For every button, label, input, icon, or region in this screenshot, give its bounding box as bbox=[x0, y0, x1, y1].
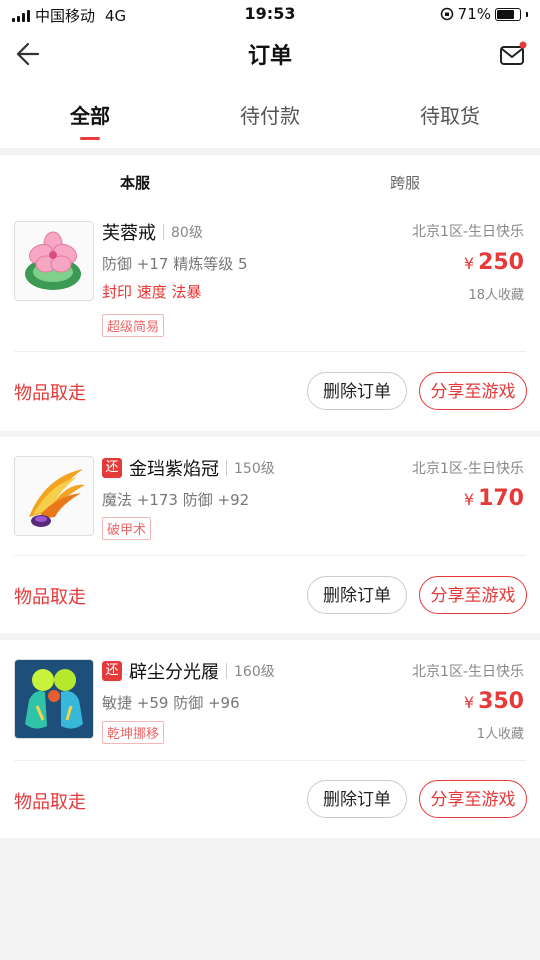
share-to-game-button[interactable]: 分享至游戏 bbox=[419, 372, 527, 410]
tab-all-label: 全部 bbox=[70, 104, 110, 128]
nav-bar: 订单 bbox=[0, 30, 540, 78]
currency-symbol: ¥ bbox=[463, 693, 475, 712]
ring-item-icon bbox=[25, 231, 81, 290]
server-name: 北京1区-生日快乐 bbox=[412, 224, 524, 240]
price: ¥250 bbox=[464, 250, 524, 275]
order-card: 还 辟尘分光履 160级 敏捷 +59 防御 +96 乾坤挪移 北京1区-生日快… bbox=[0, 640, 540, 838]
delete-order-button[interactable]: 删除订单 bbox=[307, 576, 407, 614]
crown-item-icon bbox=[29, 469, 85, 527]
tab-pending-pickup-label: 待取货 bbox=[420, 104, 480, 128]
item-name-row: 还 辟尘分光履 160级 bbox=[102, 658, 275, 684]
divider bbox=[14, 351, 526, 352]
item-level: 150级 bbox=[234, 461, 275, 477]
item-image[interactable] bbox=[14, 221, 94, 301]
battery-percent: 71% bbox=[457, 5, 491, 23]
tab-pending-payment[interactable]: 待付款 bbox=[180, 78, 360, 148]
currency-symbol: ¥ bbox=[463, 490, 475, 509]
favorites-count: 18人收藏 bbox=[468, 288, 524, 303]
status-bar: 中国移动 4G 19:53 71% bbox=[0, 0, 540, 30]
item-level: 160级 bbox=[234, 664, 275, 680]
item-tag: 破甲术 bbox=[102, 517, 152, 540]
order-card: 还 金珰紫焰冠 150级 魔法 +173 防御 +92 破甲术 北京1区-生日快… bbox=[0, 437, 540, 633]
item-level: 80级 bbox=[171, 225, 203, 241]
retrieve-status: 物品取走 bbox=[14, 792, 86, 813]
page-title: 订单 bbox=[247, 44, 292, 69]
price: ¥350 bbox=[464, 689, 524, 714]
share-to-game-button[interactable]: 分享至游戏 bbox=[419, 576, 527, 614]
item-name[interactable]: 辟尘分光履 bbox=[129, 658, 219, 684]
item-stats: 防御 +17 精炼等级 5 bbox=[102, 255, 248, 273]
price-value: 350 bbox=[478, 689, 524, 714]
item-name-row: 芙蓉戒 80级 bbox=[102, 219, 203, 245]
tab-active-indicator bbox=[80, 137, 100, 140]
server-name: 北京1区-生日快乐 bbox=[412, 461, 524, 477]
mail-icon[interactable] bbox=[498, 40, 528, 70]
divider bbox=[14, 555, 526, 556]
server-tab-cross[interactable]: 跨服 bbox=[270, 155, 540, 207]
order-card: 芙蓉戒 80级 防御 +17 精炼等级 5 封印 速度 法暴 超级简易 北京1区… bbox=[0, 207, 540, 431]
order-tabs: 全部 待付款 待取货 bbox=[0, 78, 540, 148]
divider bbox=[14, 760, 526, 761]
return-badge: 还 bbox=[102, 458, 122, 478]
delete-order-button[interactable]: 删除订单 bbox=[307, 780, 407, 818]
tab-pending-pickup[interactable]: 待取货 bbox=[360, 78, 540, 148]
retrieve-status: 物品取走 bbox=[14, 587, 86, 608]
item-name[interactable]: 金珰紫焰冠 bbox=[129, 455, 219, 481]
currency-symbol: ¥ bbox=[463, 254, 475, 273]
boots-item-icon bbox=[15, 660, 93, 738]
item-stats: 魔法 +173 防御 +92 bbox=[102, 491, 250, 509]
item-image[interactable] bbox=[14, 456, 94, 536]
price-value: 250 bbox=[478, 250, 524, 275]
price: ¥170 bbox=[464, 486, 524, 511]
delete-order-button[interactable]: 删除订单 bbox=[307, 372, 407, 410]
battery-icon bbox=[495, 7, 521, 21]
favorites-count: 1人收藏 bbox=[476, 727, 524, 742]
item-image[interactable] bbox=[14, 659, 94, 739]
item-skills: 封印 速度 法暴 bbox=[102, 283, 202, 301]
status-right: 71% bbox=[440, 5, 528, 23]
retrieve-status: 物品取走 bbox=[14, 383, 86, 404]
price-value: 170 bbox=[478, 486, 524, 511]
share-to-game-button[interactable]: 分享至游戏 bbox=[419, 780, 527, 818]
tab-all[interactable]: 全部 bbox=[0, 78, 180, 148]
server-name: 北京1区-生日快乐 bbox=[412, 664, 524, 680]
item-name-row: 还 金珰紫焰冠 150级 bbox=[102, 455, 275, 481]
orientation-lock-icon bbox=[440, 7, 453, 21]
item-tag: 超级简易 bbox=[102, 314, 165, 337]
server-tab-local[interactable]: 本服 bbox=[0, 155, 270, 207]
item-name[interactable]: 芙蓉戒 bbox=[102, 219, 156, 245]
item-tag: 乾坤挪移 bbox=[102, 721, 165, 744]
tab-pending-payment-label: 待付款 bbox=[240, 104, 300, 128]
server-selector: 本服 跨服 bbox=[0, 155, 540, 207]
return-badge: 还 bbox=[102, 661, 122, 681]
item-stats: 敏捷 +59 防御 +96 bbox=[102, 694, 240, 712]
